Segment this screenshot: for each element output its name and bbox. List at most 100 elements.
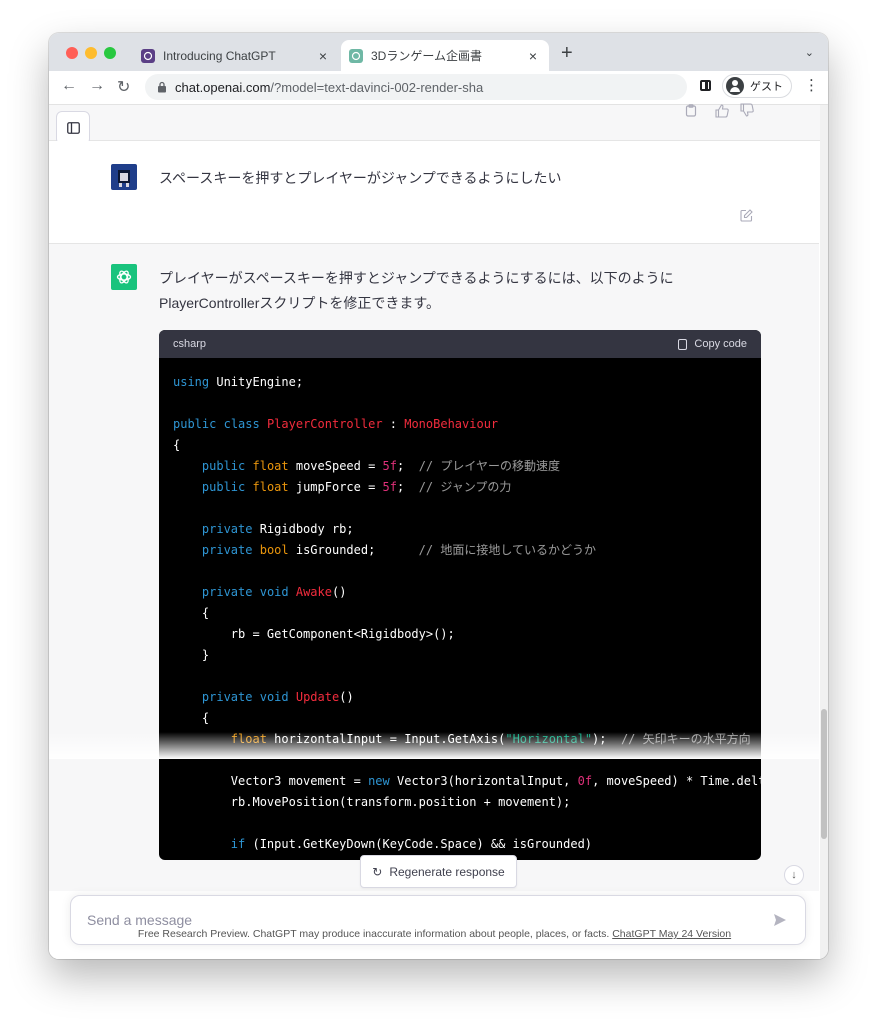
thumbs-up-icon[interactable] xyxy=(715,104,729,118)
code-header: csharp Copy code xyxy=(159,330,761,358)
browser-window: Introducing ChatGPT × 3Dランゲーム企画書 × + ⌄ ←… xyxy=(49,33,828,959)
code-token: rb = GetComponent<Rigidbody>(); xyxy=(173,627,455,641)
code-token: rb.MovePosition(transform.position + mov… xyxy=(173,795,571,809)
scrollbar[interactable] xyxy=(820,105,828,959)
code-token: Update xyxy=(295,690,340,704)
code-token: isGrounded; xyxy=(288,543,419,557)
code-token: MonoBehaviour xyxy=(404,417,499,431)
code-line: private bool isGrounded; // 地面に接地しているかどう… xyxy=(173,540,761,561)
new-tab-button[interactable]: + xyxy=(561,42,573,65)
code-token: () xyxy=(331,585,347,599)
code-token: , moveSpeed) * Time.deltaTime; xyxy=(592,774,761,788)
tab-search-chevron-icon[interactable]: ⌄ xyxy=(805,46,814,59)
maximize-window-button[interactable] xyxy=(104,47,116,59)
copy-code-button[interactable]: Copy code xyxy=(678,338,747,350)
send-icon[interactable] xyxy=(773,913,787,927)
code-line: } xyxy=(173,645,761,666)
scroll-down-button[interactable]: ↓ xyxy=(784,865,804,885)
edit-icon[interactable] xyxy=(740,209,753,222)
code-token: PlayerController xyxy=(266,417,383,431)
code-token: void xyxy=(259,690,289,704)
regenerate-label: Regenerate response xyxy=(389,864,505,879)
code-token: moveSpeed = xyxy=(288,459,383,473)
tab-3d-run-game[interactable]: 3Dランゲーム企画書 × xyxy=(341,40,549,71)
code-token: class xyxy=(223,417,260,431)
code-token: public xyxy=(201,459,246,473)
user-message-text: スペースキーを押すとプレイヤーがジャンプできるようにしたい xyxy=(159,170,562,186)
close-window-button[interactable] xyxy=(66,47,78,59)
tab-close-button[interactable]: × xyxy=(523,48,543,64)
code-token: // プレイヤーの移動速度 xyxy=(418,459,561,473)
back-button[interactable]: ← xyxy=(61,77,77,95)
tab-title: Introducing ChatGPT xyxy=(163,48,276,63)
code-line: { xyxy=(173,708,761,729)
regenerate-response-button[interactable]: ↻ Regenerate response xyxy=(360,855,517,888)
minimize-window-button[interactable] xyxy=(85,47,97,59)
code-token: Vector3(horizontalInput, xyxy=(389,774,578,788)
openai-favicon-icon xyxy=(141,48,155,63)
address-bar[interactable]: chat.openai.com/?model=text-davinci-002-… xyxy=(145,74,687,100)
code-token: ; xyxy=(397,459,419,473)
scrollbar-thumb[interactable] xyxy=(821,709,827,839)
clipboard-icon xyxy=(678,338,688,350)
copy-code-label: Copy code xyxy=(694,338,747,350)
message-input[interactable] xyxy=(85,911,773,929)
fade-overlay xyxy=(49,732,819,759)
reload-button[interactable]: ↻ xyxy=(117,77,130,97)
clipboard-icon[interactable] xyxy=(685,104,697,117)
code-token: { xyxy=(173,711,210,725)
code-token: void xyxy=(259,585,289,599)
chatgpt-logo-icon xyxy=(111,264,137,290)
sidebar-toggle-button[interactable] xyxy=(56,111,90,145)
profile-button[interactable]: ゲスト xyxy=(722,74,792,98)
browser-menu-icon[interactable]: ⋮ xyxy=(804,76,819,94)
tab-close-button[interactable]: × xyxy=(313,48,333,64)
tab-introducing-chatgpt[interactable]: Introducing ChatGPT × xyxy=(133,40,339,71)
code-line: { xyxy=(173,435,761,456)
code-token: if xyxy=(230,837,246,851)
previous-message-strip xyxy=(49,103,828,141)
forward-button[interactable]: → xyxy=(89,77,105,95)
assistant-message-row: プレイヤーがスペースキーを押すとジャンプできるようにするには、以下のように Pl… xyxy=(49,244,819,959)
refresh-icon: ↻ xyxy=(372,864,383,879)
code-content: using UnityEngine; public class PlayerCo… xyxy=(173,372,761,855)
thumbs-down-icon[interactable] xyxy=(740,103,754,117)
side-panel-icon[interactable] xyxy=(700,80,711,91)
code-token: private xyxy=(201,543,253,557)
assistant-intro-line: PlayerControllerスクリプトを修正できます。 xyxy=(159,295,440,311)
profile-label: ゲスト xyxy=(750,81,783,93)
code-token: 0f xyxy=(577,774,593,788)
version-link[interactable]: ChatGPT May 24 Version xyxy=(612,928,731,940)
code-line: public float jumpForce = 5f; // ジャンプの力 xyxy=(173,477,761,498)
code-block: csharp Copy code using UnityEngine; publ… xyxy=(159,330,761,860)
code-token: bool xyxy=(259,543,289,557)
code-line: rb = GetComponent<Rigidbody>(); xyxy=(173,624,761,645)
code-token: UnityEngine; xyxy=(209,375,304,389)
assistant-message-text: プレイヤーがスペースキーを押すとジャンプできるようにするには、以下のように Pl… xyxy=(159,266,719,316)
code-line: using UnityEngine; xyxy=(173,372,761,393)
code-line: public float moveSpeed = 5f; // プレイヤーの移動… xyxy=(173,456,761,477)
code-token: } xyxy=(173,648,210,662)
code-token: jumpForce = xyxy=(288,480,383,494)
code-token: (Input.GetKeyDown(KeyCode.Space) && isGr… xyxy=(245,837,593,851)
url-host: chat.openai.com xyxy=(175,79,271,95)
code-token: private xyxy=(201,690,253,704)
code-line: public class PlayerController : MonoBeha… xyxy=(173,414,761,435)
code-token: Awake xyxy=(295,585,332,599)
footer-text: Free Research Preview. ChatGPT may produ… xyxy=(137,928,610,940)
code-token: 5f xyxy=(382,480,397,494)
chatgpt-favicon-icon xyxy=(349,48,363,63)
code-token: using xyxy=(173,375,210,389)
